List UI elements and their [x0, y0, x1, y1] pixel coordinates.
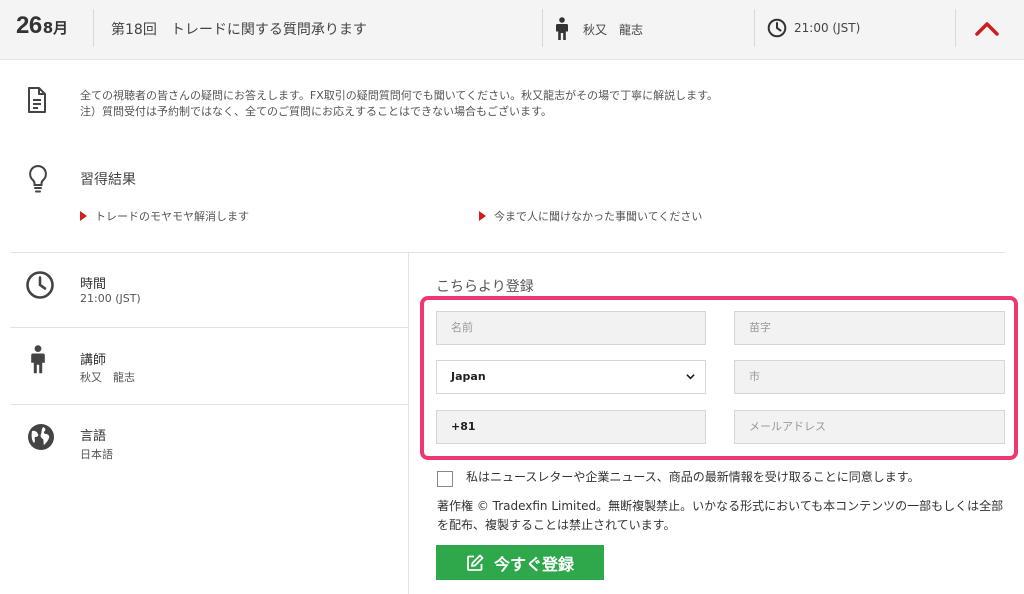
header-instructor: 秋又 龍志 — [583, 23, 644, 37]
info-time-label: 時間 — [80, 277, 107, 292]
header-divider — [542, 9, 543, 47]
info-language-value: 日本語 — [80, 448, 113, 461]
register-now-button[interactable]: 今すぐ登録 — [436, 545, 604, 580]
description-note: 注）質問受付は予約制ではなく、全てのご質問にお応えすることはできない場合もござい… — [80, 105, 552, 118]
info-divider — [10, 404, 408, 405]
globe-icon — [28, 424, 54, 450]
edit-icon — [467, 554, 484, 571]
info-language-label: 言語 — [80, 429, 107, 444]
info-instructor-label: 講師 — [80, 353, 107, 368]
session-title: 第18回 トレードに関する質問承ります — [111, 22, 367, 38]
header-divider — [955, 9, 956, 47]
header-divider — [754, 9, 755, 47]
session-month: 8月 — [42, 19, 69, 37]
bullet-text: トレードのモヤモヤ解消します — [95, 210, 249, 223]
newsletter-checkbox[interactable] — [437, 471, 453, 487]
description-line: 全ての視聴者の皆さんの疑問にお答えします。FX取引の疑問質問何でも聞いてください… — [80, 89, 718, 102]
learning-bullet: 今まで人に聞けなかった事聞いてください — [479, 208, 702, 224]
learning-title: 習得結果 — [80, 172, 136, 188]
bullet-text: 今まで人に聞けなかった事聞いてください — [494, 210, 703, 223]
email-input[interactable]: メールアドレス — [734, 410, 1005, 444]
header-time: 21:00 (JST) — [794, 21, 861, 35]
info-divider — [10, 327, 408, 328]
country-select-value: Japan — [451, 370, 486, 383]
phone-input[interactable]: +81 — [436, 410, 706, 444]
session-day: 26 — [16, 12, 42, 39]
chevron-up-icon[interactable] — [974, 16, 1000, 42]
section-divider — [10, 252, 1005, 253]
clock-icon — [767, 18, 787, 38]
session-description: 全ての視聴者の皆さんの疑問にお答えします。FX取引の疑問質問何でも聞いてください… — [80, 88, 718, 120]
info-instructor-value: 秋又 龍志 — [80, 371, 135, 384]
column-divider — [408, 252, 409, 594]
registration-heading: こちらより登録 — [436, 279, 534, 295]
city-input[interactable]: 市 — [734, 360, 1005, 394]
chevron-down-icon — [686, 374, 695, 380]
document-icon — [28, 87, 46, 113]
person-icon — [556, 17, 568, 40]
session-header: 268月 第18回 トレードに関する質問承ります 秋又 龍志 21:00 (JS… — [0, 0, 1024, 60]
learning-bullet: トレードのモヤモヤ解消します — [80, 208, 249, 224]
first-name-input[interactable]: 名前 — [436, 311, 706, 345]
clock-icon — [26, 271, 54, 299]
copyright-notice: 著作権 © Tradexfin Limited。無断複製禁止。いかなる形式におい… — [437, 499, 1004, 532]
register-now-label: 今すぐ登録 — [493, 554, 574, 574]
header-divider — [93, 9, 94, 47]
bullet-triangle-icon — [80, 211, 87, 221]
person-icon — [31, 345, 45, 374]
country-select[interactable]: Japan — [436, 360, 706, 394]
lightbulb-icon — [29, 164, 47, 193]
newsletter-consent-label: 私はニュースレターや企業ニュース、商品の最新情報を受け取ることに同意します。 — [466, 470, 920, 484]
last-name-input[interactable]: 苗字 — [734, 311, 1005, 345]
session-date: 268月 — [16, 12, 68, 40]
bullet-triangle-icon — [479, 211, 486, 221]
info-time-value: 21:00 (JST) — [80, 292, 141, 305]
